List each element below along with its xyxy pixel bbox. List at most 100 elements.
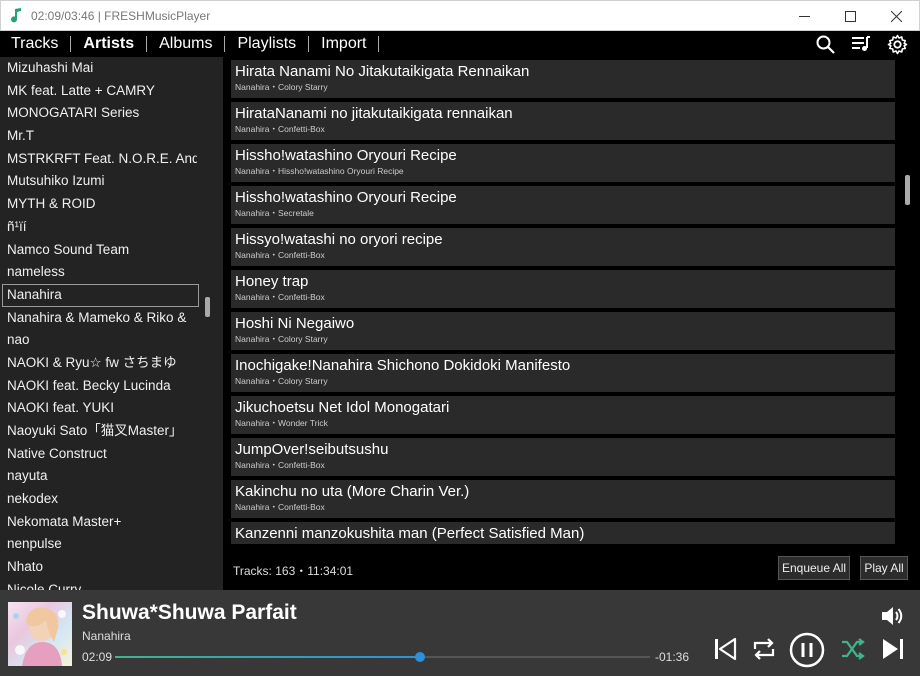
minimize-button[interactable]: [781, 1, 827, 31]
artist-item[interactable]: nenpulse: [0, 533, 197, 556]
track-list-scrollbar[interactable]: [905, 175, 910, 205]
album-art[interactable]: [8, 602, 72, 666]
track-subtitle: Nanahira・Colory Starry: [235, 334, 328, 344]
artist-item-selected[interactable]: Nanahira: [2, 283, 199, 307]
track-title: Hissyo!watashi no oryori recipe: [235, 231, 443, 248]
artist-item[interactable]: MSTRKRFT Feat. N.O.R.E. And I: [0, 148, 197, 171]
minimize-icon: [798, 15, 810, 17]
track-list[interactable]: Hirata Nanami No Jitakutaikigata Rennaik…: [231, 60, 895, 544]
track-subtitle: Nanahira・Confetti-Box: [235, 502, 325, 512]
artist-item[interactable]: Namco Sound Team: [0, 239, 197, 262]
track-subtitle: Nanahira・Wonder Trick: [235, 418, 328, 428]
track-row[interactable]: Hirata Nanami No Jitakutaikigata Rennaik…: [231, 60, 895, 98]
music-note-icon: [11, 8, 24, 24]
track-row[interactable]: HirataNanami no jitakutaikigata rennaika…: [231, 102, 895, 140]
menu-bar: Tracks Artists Albums Playlists Import: [0, 31, 920, 57]
track-title: Hoshi Ni Negaiwo: [235, 315, 355, 332]
track-row[interactable]: Inochigake!Nanahira Shichono Dokidoki Ma…: [231, 354, 895, 392]
track-row[interactable]: Hoshi Ni Negaiwo Nanahira・Colory Starry: [231, 312, 895, 350]
maximize-icon: [844, 10, 856, 22]
seek-thumb[interactable]: [414, 652, 425, 662]
title-bar: 02:09/03:46 | FRESHMusicPlayer: [0, 0, 920, 31]
track-subtitle: Nanahira・Confetti-Box: [235, 250, 325, 260]
artist-item[interactable]: Nanahira & Mameko & Riko &: [0, 307, 197, 330]
player-bar: Shuwa*Shuwa Parfait Nanahira 02:09 -01:3…: [0, 590, 920, 676]
seek-progress: [115, 656, 420, 658]
track-row[interactable]: Hissyo!watashi no oryori recipe Nanahira・…: [231, 228, 895, 266]
time-remaining: -01:36: [655, 650, 690, 664]
artist-item[interactable]: MYTH & ROID: [0, 193, 197, 216]
artist-item[interactable]: Nicole Curry: [0, 579, 197, 590]
sidebar-scrollbar[interactable]: [205, 297, 210, 317]
artist-item[interactable]: Nekomata Master+: [0, 511, 197, 534]
maximize-button[interactable]: [827, 1, 873, 31]
tab-artists[interactable]: Artists: [71, 36, 148, 52]
track-title: Jikuchoetsu Net Idol Monogatari: [235, 399, 450, 416]
time-elapsed: 02:09: [82, 650, 113, 664]
previous-icon[interactable]: [713, 637, 737, 661]
track-row[interactable]: Hissho!watashino Oryouri Recipe Nanahira・…: [231, 186, 895, 224]
artist-item[interactable]: NAOKI & Ryu☆ fw さちまゆ: [0, 352, 197, 375]
artist-item[interactable]: Mutsuhiko Izumi: [0, 170, 197, 193]
track-subtitle: Nanahira・Colory Starry: [235, 376, 328, 386]
artist-item[interactable]: MONOGATARI Series: [0, 102, 197, 125]
artist-item[interactable]: Mizuhashi Mai: [0, 57, 197, 80]
track-subtitle: Nanahira・Confetti-Box: [235, 292, 325, 302]
queue-icon[interactable]: [850, 34, 872, 54]
enqueue-all-button[interactable]: Enqueue All: [778, 556, 850, 580]
artist-item[interactable]: ñ¹ïí: [0, 216, 197, 239]
shuffle-icon[interactable]: [840, 637, 866, 661]
track-count-info: Tracks: 163・11:34:01: [233, 564, 354, 578]
artist-item[interactable]: NAOKI feat. YUKI: [0, 397, 197, 420]
track-title: Honey trap: [235, 273, 309, 290]
track-list-panel: Hirata Nanami No Jitakutaikigata Rennaik…: [223, 57, 920, 590]
artist-item[interactable]: nekodex: [0, 488, 197, 511]
repeat-icon[interactable]: [751, 637, 777, 661]
tab-tracks[interactable]: Tracks: [0, 36, 72, 52]
track-title: Hirata Nanami No Jitakutaikigata Rennaik…: [235, 63, 530, 80]
track-title: JumpOver!seibutsushu: [235, 441, 389, 458]
artist-item[interactable]: Nhato: [0, 556, 197, 579]
now-playing-artist: Nanahira: [82, 629, 131, 643]
artist-item[interactable]: Mr.T: [0, 125, 197, 148]
seek-slider[interactable]: [115, 652, 650, 662]
artist-sidebar[interactable]: Mizuhashi Mai MK feat. Latte + CAMRY MON…: [0, 57, 223, 590]
artist-item[interactable]: Naoyuki Sato「猫叉Master」: [0, 420, 197, 443]
track-subtitle: Nanahira・Confetti-Box: [235, 124, 325, 134]
tab-playlists[interactable]: Playlists: [225, 36, 310, 52]
window-title: 02:09/03:46 | FRESHMusicPlayer: [31, 8, 211, 23]
tab-albums[interactable]: Albums: [147, 36, 226, 52]
track-row[interactable]: JumpOver!seibutsushu Nanahira・Confetti-Bo…: [231, 438, 895, 476]
track-title: Inochigake!Nanahira Shichono Dokidoki Ma…: [235, 357, 571, 374]
tab-import[interactable]: Import: [309, 36, 380, 52]
artist-item[interactable]: MK feat. Latte + CAMRY: [0, 80, 197, 103]
track-title: Kakinchu no uta (More Charin Ver.): [235, 483, 470, 500]
track-row[interactable]: Kanzenni manzokushita man (Perfect Satis…: [231, 522, 895, 544]
artist-item[interactable]: Native Construct: [0, 443, 197, 466]
track-subtitle: Nanahira・Hissho!watashino Oryouri Recipe: [235, 166, 404, 176]
track-row[interactable]: Jikuchoetsu Net Idol Monogatari Nanahira・…: [231, 396, 895, 434]
track-row[interactable]: Honey trap Nanahira・Confetti-Box: [231, 270, 895, 308]
next-icon[interactable]: [881, 637, 905, 661]
track-title: HirataNanami no jitakutaikigata rennaika…: [235, 105, 513, 122]
volume-icon[interactable]: [880, 605, 904, 627]
artist-item[interactable]: nayuta: [0, 465, 197, 488]
pause-icon[interactable]: [789, 632, 825, 668]
artist-item[interactable]: nao: [0, 329, 197, 352]
track-subtitle: Nanahira・Secretale: [235, 208, 314, 218]
now-playing-title: Shuwa*Shuwa Parfait: [82, 601, 297, 624]
track-row[interactable]: Hissho!watashino Oryouri Recipe Nanahira・…: [231, 144, 895, 182]
artist-item[interactable]: NAOKI feat. Becky Lucinda: [0, 375, 197, 398]
track-title: Kanzenni manzokushita man (Perfect Satis…: [235, 525, 585, 542]
close-button[interactable]: [873, 1, 919, 31]
track-title: Hissho!watashino Oryouri Recipe: [235, 147, 457, 164]
search-icon[interactable]: [814, 34, 836, 54]
track-title: Hissho!watashino Oryouri Recipe: [235, 189, 457, 206]
track-subtitle: Nanahira・Confetti-Box: [235, 460, 325, 470]
play-all-button[interactable]: Play All: [860, 556, 908, 580]
artist-item[interactable]: nameless: [0, 261, 197, 284]
close-icon: [890, 10, 902, 22]
gear-icon[interactable]: [886, 34, 908, 54]
track-row[interactable]: Kakinchu no uta (More Charin Ver.) Nanahi…: [231, 480, 895, 518]
track-subtitle: Nanahira・Colory Starry: [235, 82, 328, 92]
